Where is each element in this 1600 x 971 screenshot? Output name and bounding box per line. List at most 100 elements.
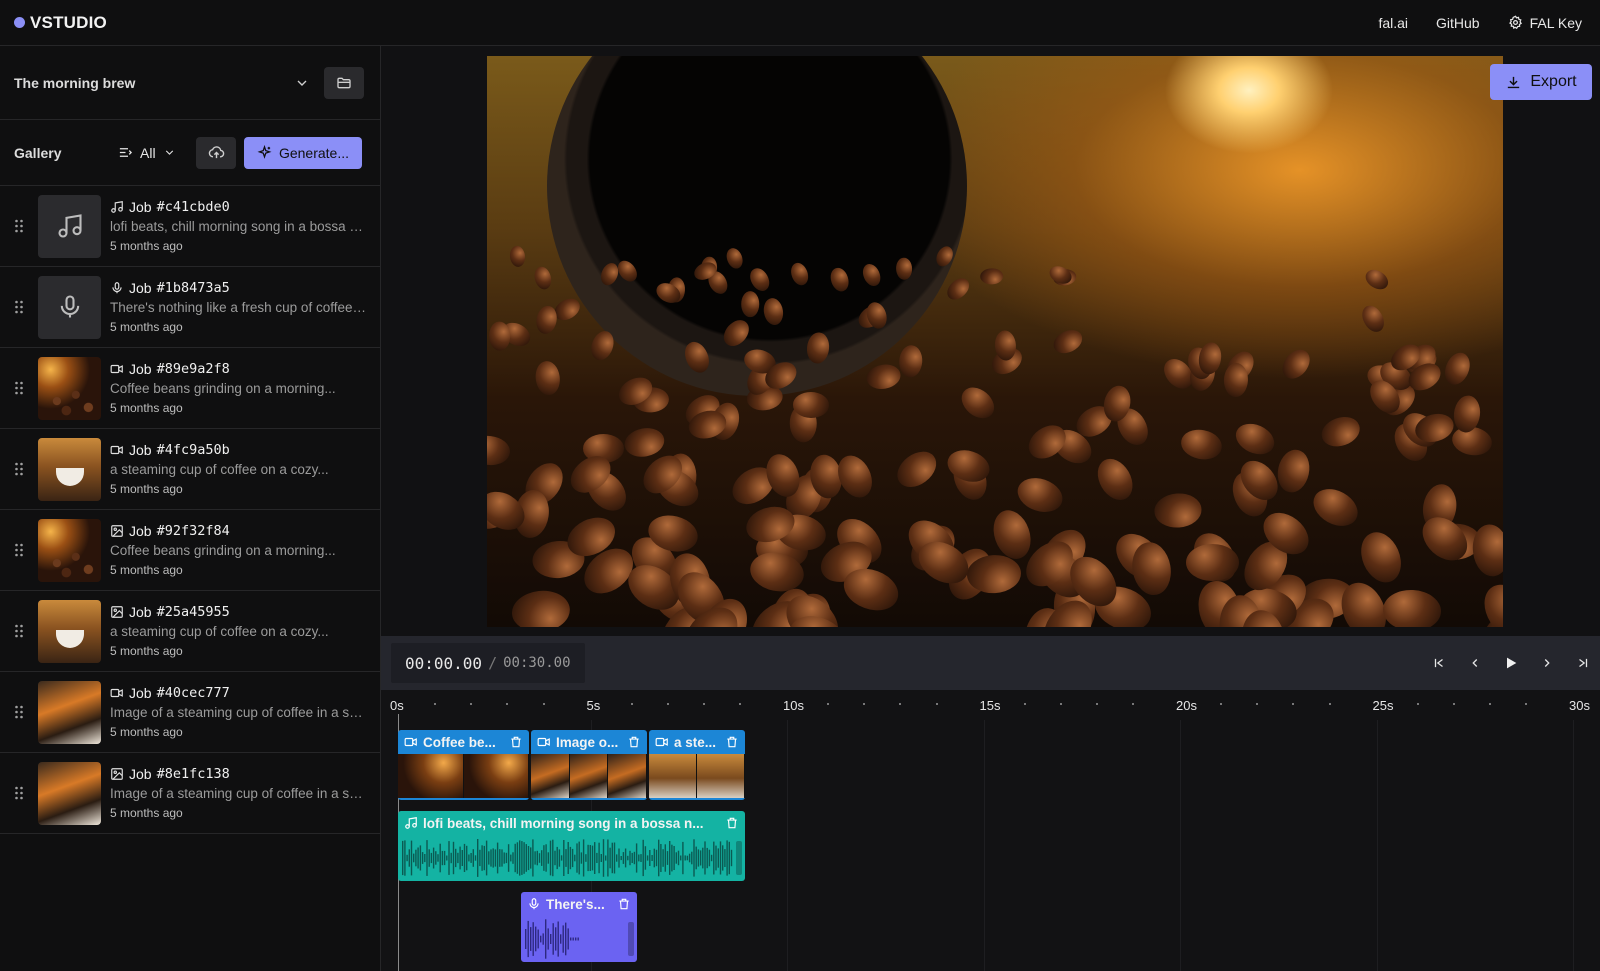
gallery-job-item[interactable]: Job #1b8473a5 There's nothing like a fresh… — [0, 267, 380, 348]
drag-handle-icon[interactable] — [14, 786, 24, 800]
ruler-minor-tick — [863, 703, 866, 705]
resize-handle[interactable] — [628, 922, 634, 956]
waveform-bar — [402, 840, 404, 876]
drag-handle-icon[interactable] — [14, 705, 24, 719]
resize-handle[interactable] — [736, 841, 742, 875]
gear-icon — [1508, 15, 1522, 30]
job-id: #8e1fc138 — [156, 766, 230, 782]
job-description: There's nothing like a fresh cup of coff… — [110, 300, 366, 315]
open-folder-button[interactable] — [324, 66, 364, 99]
waveform-bar — [521, 841, 523, 875]
waveform-bar — [530, 927, 532, 951]
waveform-bar — [724, 849, 726, 867]
image-icon — [111, 606, 123, 618]
export-button[interactable]: Export — [1490, 64, 1592, 100]
waveform-bar — [448, 841, 450, 875]
waveform-bar — [574, 854, 576, 862]
waveform-bar — [697, 849, 700, 867]
trash-icon[interactable] — [509, 735, 523, 749]
waveform-bar — [540, 935, 542, 943]
gallery-header: Gallery All Generate... — [0, 120, 380, 186]
skip-to-end-button[interactable] — [1574, 654, 1592, 672]
waveform-bar — [710, 854, 713, 862]
ruler-minor-tick — [1132, 703, 1135, 705]
trash-icon[interactable] — [725, 816, 739, 830]
gallery-job-item[interactable]: Job #8e1fc138 Image of a steaming cup of c… — [0, 753, 380, 834]
upload-button[interactable] — [196, 136, 236, 169]
gallery-job-item[interactable]: Job #92f32f84 Coffee beans grinding on a m… — [0, 510, 380, 591]
waveform-bar — [704, 841, 706, 875]
ruler-minor-tick — [1525, 703, 1528, 705]
waveform-bar — [424, 854, 426, 863]
waveform-bar — [671, 844, 673, 872]
drag-handle-icon[interactable] — [14, 381, 24, 395]
video-preview-frame[interactable] — [487, 56, 1503, 627]
waveform-bar — [490, 849, 492, 867]
waveform-bar — [466, 845, 468, 871]
gallery-job-item[interactable]: Job #40cec777 Image of a steaming cup of c… — [0, 672, 380, 753]
top-nav: fal.ai GitHub FAL Key — [1378, 15, 1586, 31]
coffee-bean — [1307, 481, 1365, 534]
gallery-filter-select[interactable]: All — [118, 145, 196, 161]
voice-clip[interactable]: There's... — [521, 892, 637, 962]
waveform-bar — [576, 843, 578, 873]
next-frame-button[interactable] — [1538, 654, 1556, 672]
job-timestamp: 5 months ago — [110, 563, 183, 577]
drag-handle-icon[interactable] — [14, 219, 24, 233]
coffee-bean — [1475, 576, 1503, 627]
coffee-bean — [831, 450, 879, 504]
waveform-bar — [649, 850, 651, 866]
ruler-minor-tick — [470, 703, 473, 705]
trash-icon[interactable] — [617, 897, 631, 911]
top-bar: VSTUDIO fal.ai GitHub FAL Key — [0, 0, 1600, 46]
waveform-bar — [557, 921, 559, 957]
sidebar: The morning brew Gallery All Generate...… — [0, 46, 381, 971]
chevron-down-icon[interactable] — [294, 75, 310, 91]
play-icon — [1507, 657, 1517, 669]
waveform-bar — [635, 843, 638, 873]
trash-icon[interactable] — [725, 735, 739, 749]
timeline[interactable]: 0s 5s 10s 15s 20s 25s 30s Coffee be... Image o… — [381, 690, 1600, 971]
waveform-bar — [550, 934, 552, 944]
brand-logo[interactable]: VSTUDIO — [14, 13, 107, 33]
time-ruler[interactable]: 0s 5s 10s 15s 20s 25s 30s — [381, 690, 1600, 720]
drag-handle-icon[interactable] — [14, 462, 24, 476]
music-clip[interactable]: lofi beats, chill morning song in a boss… — [398, 811, 745, 881]
waveform-bar — [722, 845, 724, 871]
waveform-bar — [519, 840, 521, 876]
microphone-icon — [529, 898, 539, 910]
drag-handle-icon[interactable] — [14, 543, 24, 557]
waveform-bar — [691, 851, 693, 865]
previous-frame-button[interactable] — [1466, 654, 1484, 672]
gallery-job-item[interactable]: Job #4fc9a50b a steaming cup of coffee on … — [0, 429, 380, 510]
video-clip-2[interactable]: Image o... — [531, 730, 647, 800]
download-icon — [1508, 76, 1520, 88]
waveform-bar — [549, 840, 552, 876]
video-clip-3[interactable]: a ste... — [649, 730, 745, 800]
clip-frame — [398, 754, 464, 798]
gallery-job-item[interactable]: Job #89e9a2f8 Coffee beans grinding on a m… — [0, 348, 380, 429]
falai-link[interactable]: fal.ai — [1378, 15, 1408, 31]
video-clip-1[interactable]: Coffee be... — [398, 730, 529, 800]
job-label: Job — [129, 442, 152, 458]
trash-icon[interactable] — [627, 735, 641, 749]
gallery-job-item[interactable]: Job #c41cbde0 lofi beats, chill morning so… — [0, 186, 380, 267]
github-link[interactable]: GitHub — [1436, 15, 1480, 31]
job-thumbnail — [38, 356, 101, 420]
drag-handle-icon[interactable] — [14, 300, 24, 314]
waveform-bar — [542, 933, 544, 945]
gallery-job-item[interactable]: Job #25a45955 a steaming cup of coffee on … — [0, 591, 380, 672]
skip-to-start-button[interactable] — [1430, 654, 1448, 672]
generate-button[interactable]: Generate... — [244, 136, 362, 169]
job-label: Job — [129, 685, 152, 701]
fal-key-button[interactable]: FAL Key — [1508, 15, 1582, 31]
job-title: Job #4fc9a50b — [110, 440, 366, 460]
coffee-bean — [1277, 344, 1316, 384]
waveform-bar — [527, 846, 530, 871]
waveform-bar — [523, 842, 525, 874]
project-selector[interactable]: The morning brew — [0, 46, 380, 120]
play-button[interactable] — [1502, 654, 1520, 672]
job-body: Job #8e1fc138 Image of a steaming cup of c… — [110, 764, 380, 822]
drag-handle-icon[interactable] — [14, 624, 24, 638]
waveform-bar — [441, 850, 444, 866]
